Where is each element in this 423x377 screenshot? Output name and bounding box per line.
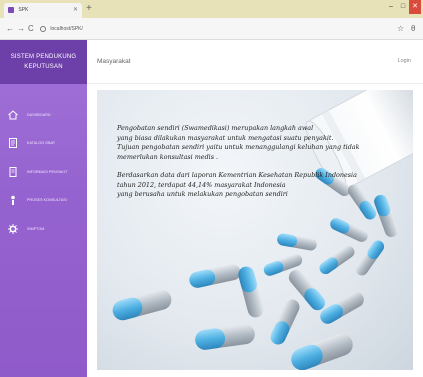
hero-line: Pengobatan sendiri (Swamedikasi) merupak… <box>117 124 314 132</box>
hero-line: yang berusaha untuk melakukan pengobatan… <box>117 190 288 198</box>
back-button[interactable]: ← <box>6 22 14 36</box>
capsule <box>277 233 317 251</box>
capsule <box>270 299 300 345</box>
page-title: Masyarakat <box>97 58 131 65</box>
new-tab-button[interactable]: + <box>86 3 92 15</box>
account-icon[interactable]: θ <box>411 22 415 36</box>
sidebar-item-label: INFORMASI PENYAKIT <box>27 170 68 174</box>
login-link[interactable]: Login <box>398 58 411 64</box>
sidebar-item-informasi-penyakit[interactable]: INFORMASI PENYAKIT <box>0 164 87 180</box>
gear-icon <box>8 224 18 234</box>
browser-tab-strip: SPK ✕ + – □ ✕ <box>0 0 423 18</box>
sidebar-item-simptom[interactable]: SIMPTOM <box>0 221 87 237</box>
window-controls: – □ ✕ <box>385 0 421 14</box>
hero-line: Tujuan pengobatan sendiri yaitu untuk me… <box>117 143 360 151</box>
app-brand: SISTEM PENDUKUNG KEPUTUSAN <box>0 40 87 84</box>
catalog-icon <box>9 138 17 148</box>
hero-line: tahun 2012, terdapat 44,14% masyarakat I… <box>117 180 286 189</box>
main-header: Masyarakat Login <box>87 40 423 84</box>
brand-line-2: KEPUTUSAN <box>24 64 63 70</box>
tab-title: SPK <box>18 7 29 13</box>
capsule <box>112 289 172 321</box>
hero-banner: Pengobatan sendiri (Swamedikasi) merupak… <box>97 90 413 370</box>
close-window-button[interactable]: ✕ <box>409 0 421 14</box>
capsule <box>291 333 353 370</box>
capsule <box>320 292 364 324</box>
capsule <box>189 264 241 288</box>
hero-paragraph-1: Pengobatan sendiri (Swamedikasi) merupak… <box>117 124 360 162</box>
maximize-button[interactable]: □ <box>397 0 409 14</box>
sidebar-item-katalog-obat[interactable]: KATALOG OBAT <box>0 135 87 151</box>
sidebar-item-label: PROSES KONSULTASI <box>27 198 67 202</box>
hero-paragraph-2: Berdasarkan data dari laporan Kementrian… <box>117 171 357 200</box>
capsule <box>330 218 368 242</box>
hero-line: memerlukan konsultasi medis . <box>117 152 219 161</box>
capsule <box>238 266 264 318</box>
sidebar-item-label: SIMPTOM <box>27 227 45 231</box>
capsule <box>374 194 398 238</box>
address-bar[interactable]: localhost/SPK/ <box>40 22 380 36</box>
capsule <box>355 240 385 276</box>
sidebar-item-proses-konsultasi[interactable]: PROSES KONSULTASI <box>0 192 87 208</box>
document-icon <box>9 167 17 177</box>
hero-line: Berdasarkan data dari laporan Kementrian… <box>117 171 357 179</box>
hero-line: yang biasa dilakukan masyarakat untuk me… <box>117 133 334 142</box>
minimize-button[interactable]: – <box>385 0 397 14</box>
home-icon <box>8 110 18 120</box>
reload-button[interactable]: C <box>28 22 34 36</box>
sidebar-item-label: DASHBOARD <box>27 113 51 117</box>
forward-button[interactable]: → <box>17 22 25 36</box>
sidebar: SISTEM PENDUKUNG KEPUTUSAN DASHBOARD KAT… <box>0 40 87 377</box>
hero-description: Pengobatan sendiri (Swamedikasi) merupak… <box>117 124 360 209</box>
capsule <box>319 245 355 275</box>
brand-line-1: SISTEM PENDUKUNG <box>10 54 77 60</box>
user-icon <box>11 195 15 205</box>
browser-tab[interactable]: SPK ✕ <box>4 3 82 18</box>
site-info-icon[interactable] <box>40 25 46 32</box>
tab-close-icon[interactable]: ✕ <box>73 3 78 18</box>
bookmark-star-icon[interactable]: ☆ <box>397 22 404 36</box>
favicon-icon <box>8 6 14 13</box>
capsule <box>347 184 377 220</box>
capsule <box>195 324 255 350</box>
sidebar-item-label: KATALOG OBAT <box>27 141 56 145</box>
address-text: localhost/SPK/ <box>50 26 83 32</box>
sidebar-item-dashboard[interactable]: DASHBOARD <box>0 107 87 123</box>
main-content: Pengobatan sendiri (Swamedikasi) merupak… <box>87 85 423 377</box>
browser-toolbar: ← → C localhost/SPK/ ☆ θ <box>0 18 423 40</box>
